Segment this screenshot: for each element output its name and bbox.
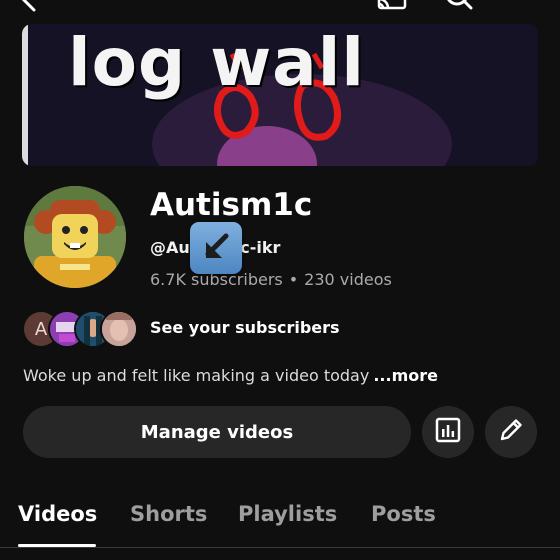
stats-separator: • bbox=[288, 270, 299, 289]
channel-description[interactable]: Woke up and felt like making a video tod… bbox=[23, 366, 438, 385]
channel-avatar[interactable] bbox=[24, 186, 126, 288]
see-subscribers-row[interactable]: A See your subscribers bbox=[22, 310, 352, 348]
back-arrow-icon[interactable] bbox=[18, 0, 40, 16]
manage-videos-button[interactable]: Manage videos bbox=[23, 406, 411, 458]
search-icon[interactable] bbox=[444, 0, 474, 16]
active-tab-indicator bbox=[18, 544, 96, 547]
edit-button[interactable] bbox=[485, 406, 537, 458]
subscriber-avatar bbox=[100, 310, 138, 348]
tab-posts[interactable]: Posts bbox=[371, 502, 436, 526]
analytics-button[interactable] bbox=[422, 406, 474, 458]
banner-text: log wall bbox=[68, 24, 365, 101]
tab-playlists[interactable]: Playlists bbox=[238, 502, 337, 526]
analytics-icon bbox=[434, 416, 462, 448]
channel-page: log wall Autism1c @Autism1c-ikr 6.7K sub… bbox=[0, 0, 560, 560]
video-count: 230 videos bbox=[304, 270, 392, 289]
avatar-image bbox=[24, 186, 126, 288]
tabs-divider bbox=[0, 547, 560, 548]
more-vertical-icon[interactable] bbox=[512, 0, 526, 16]
arrow-down-left-icon bbox=[190, 222, 242, 274]
more-link[interactable]: ...more bbox=[373, 366, 438, 385]
description-text: Woke up and felt like making a video tod… bbox=[23, 366, 370, 385]
pencil-icon bbox=[497, 416, 525, 448]
top-bar bbox=[0, 0, 560, 12]
cast-icon[interactable] bbox=[376, 0, 408, 16]
channel-tabs: Videos Shorts Playlists Posts bbox=[0, 498, 560, 560]
channel-banner: log wall bbox=[22, 24, 538, 166]
tab-shorts[interactable]: Shorts bbox=[130, 502, 207, 526]
tab-videos[interactable]: Videos bbox=[18, 502, 97, 526]
subscriber-initial: A bbox=[34, 318, 48, 340]
channel-name: Autism1c bbox=[150, 187, 313, 223]
see-subscribers-label: See your subscribers bbox=[150, 318, 340, 337]
channel-stats: 6.7K subscribers • 230 videos bbox=[150, 270, 392, 289]
